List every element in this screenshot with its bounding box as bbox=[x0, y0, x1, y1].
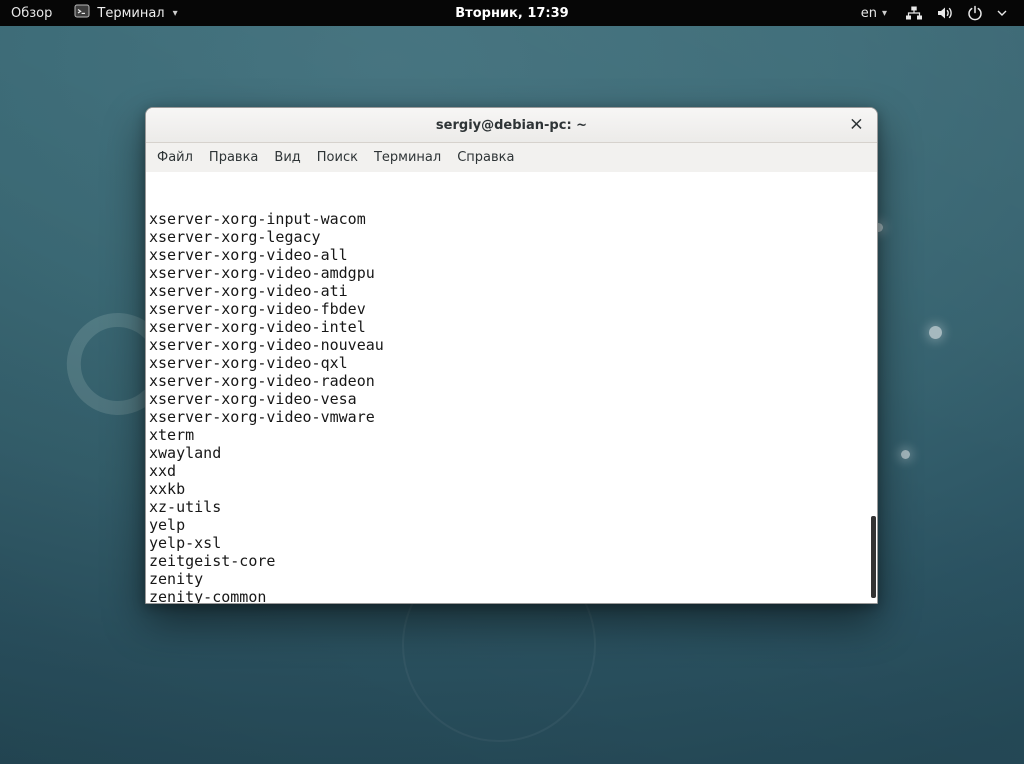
terminal-line: zenity-common bbox=[149, 588, 877, 603]
wallpaper-dot bbox=[929, 326, 942, 339]
terminal-line: xserver-xorg-input-wacom bbox=[149, 210, 877, 228]
terminal-line: yelp-xsl bbox=[149, 534, 877, 552]
keyboard-layout-label: en bbox=[861, 6, 877, 21]
app-menu-button[interactable]: Терминал ▾ bbox=[63, 0, 188, 26]
close-icon[interactable]: × bbox=[849, 116, 864, 134]
terminal-screen[interactable]: xserver-xorg-input-wacomxserver-xorg-leg… bbox=[146, 172, 877, 603]
clock-label: Вторник, 17:39 bbox=[455, 6, 568, 21]
menu-file[interactable]: Файл bbox=[149, 145, 201, 170]
scrollbar-thumb[interactable] bbox=[871, 516, 876, 598]
top-bar-right: en ▾ bbox=[851, 0, 1024, 26]
terminal-line: xserver-xorg-legacy bbox=[149, 228, 877, 246]
terminal-line: xxd bbox=[149, 462, 877, 480]
terminal-line: xserver-xorg-video-vmware bbox=[149, 408, 877, 426]
terminal-line: xterm bbox=[149, 426, 877, 444]
menu-search[interactable]: Поиск bbox=[309, 145, 366, 170]
terminal-line: xserver-xorg-video-fbdev bbox=[149, 300, 877, 318]
terminal-scrollbar[interactable] bbox=[869, 172, 877, 602]
top-bar: Обзор Терминал ▾ Вторник, 17:39 en ▾ bbox=[0, 0, 1024, 26]
terminal-line: xserver-xorg-video-vesa bbox=[149, 390, 877, 408]
window-titlebar[interactable]: sergiy@debian-pc: ~ × bbox=[146, 108, 877, 143]
network-icon bbox=[905, 5, 923, 21]
activities-label: Обзор bbox=[11, 6, 52, 21]
app-menu-label: Терминал bbox=[97, 6, 164, 21]
menu-help[interactable]: Справка bbox=[449, 145, 522, 170]
window-menubar: Файл Правка Вид Поиск Терминал Справка bbox=[146, 143, 877, 173]
terminal-line: xserver-xorg-video-qxl bbox=[149, 354, 877, 372]
menu-edit[interactable]: Правка bbox=[201, 145, 266, 170]
activities-button[interactable]: Обзор bbox=[0, 0, 63, 26]
window-title: sergiy@debian-pc: ~ bbox=[436, 118, 587, 133]
terminal-line: xxkb bbox=[149, 480, 877, 498]
terminal-app-icon bbox=[74, 3, 90, 23]
terminal-line: xserver-xorg-video-nouveau bbox=[149, 336, 877, 354]
terminal-line: xserver-xorg-video-intel bbox=[149, 318, 877, 336]
terminal-line: xserver-xorg-video-ati bbox=[149, 282, 877, 300]
keyboard-layout-button[interactable]: en ▾ bbox=[851, 6, 897, 21]
terminal-output: xserver-xorg-input-wacomxserver-xorg-leg… bbox=[149, 210, 877, 603]
menu-terminal[interactable]: Терминал bbox=[366, 145, 449, 170]
terminal-line: zeitgeist-core bbox=[149, 552, 877, 570]
terminal-line: yelp bbox=[149, 516, 877, 534]
menu-view[interactable]: Вид bbox=[266, 145, 308, 170]
chevron-down-icon bbox=[996, 9, 1008, 17]
chevron-down-icon: ▾ bbox=[173, 8, 178, 19]
terminal-line: xwayland bbox=[149, 444, 877, 462]
terminal-line: xserver-xorg-video-radeon bbox=[149, 372, 877, 390]
volume-icon bbox=[936, 5, 954, 21]
terminal-line: xserver-xorg-video-all bbox=[149, 246, 877, 264]
wallpaper-dot bbox=[901, 450, 910, 459]
system-menu-button[interactable] bbox=[897, 5, 1016, 21]
clock-button[interactable]: Вторник, 17:39 bbox=[455, 6, 568, 21]
terminal-line: xz-utils bbox=[149, 498, 877, 516]
power-icon bbox=[967, 5, 983, 21]
terminal-window: sergiy@debian-pc: ~ × Файл Правка Вид По… bbox=[145, 107, 878, 604]
chevron-down-icon: ▾ bbox=[882, 8, 887, 19]
terminal-line: zenity bbox=[149, 570, 877, 588]
terminal-line: xserver-xorg-video-amdgpu bbox=[149, 264, 877, 282]
